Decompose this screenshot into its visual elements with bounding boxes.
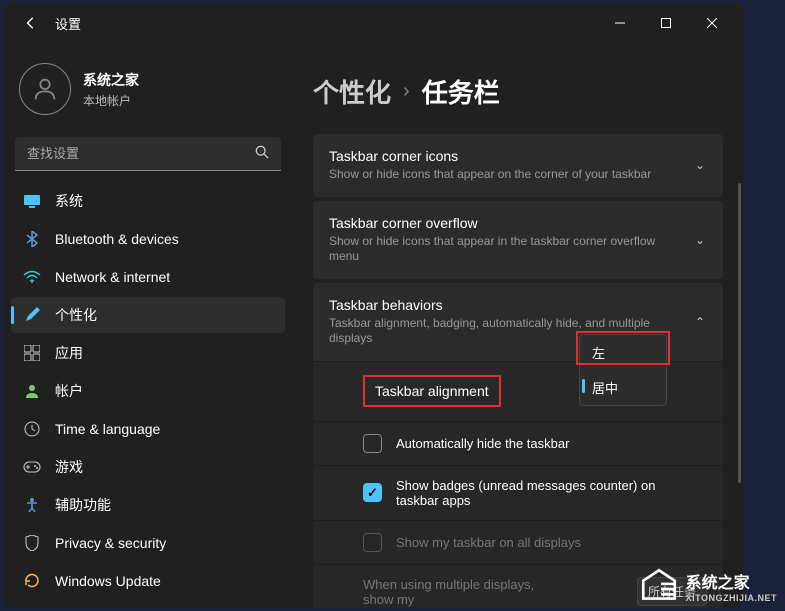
setting-badges[interactable]: Show badges (unread messages counter) on… <box>313 465 723 520</box>
sidebar-item-label: Bluetooth & devices <box>55 231 179 247</box>
sidebar-item-label: 个性化 <box>55 305 97 325</box>
watermark: 系统之家 XITONGZHIJIA.NET <box>638 567 777 605</box>
alignment-dropdown[interactable]: 左 居中 <box>579 334 667 406</box>
brush-icon <box>23 306 41 324</box>
maximize-button[interactable] <box>643 3 689 43</box>
alignment-option-center[interactable]: 居中 <box>580 370 666 405</box>
checkbox-all-displays <box>363 533 382 552</box>
bluetooth-icon <box>23 230 41 248</box>
sidebar-item-person[interactable]: 帐户 <box>11 373 285 409</box>
close-button[interactable] <box>689 3 735 43</box>
apps-icon <box>23 344 41 362</box>
clock-icon <box>23 420 41 438</box>
sidebar-item-label: Privacy & security <box>55 535 166 551</box>
chevron-down-icon: ⌄ <box>695 233 705 247</box>
breadcrumb-current: 任务栏 <box>422 73 500 110</box>
wifi-icon <box>23 268 41 286</box>
sidebar-item-game[interactable]: 游戏 <box>11 449 285 485</box>
chevron-down-icon: ⌄ <box>695 158 705 172</box>
sidebar-item-label: 帐户 <box>55 381 83 401</box>
sidebar-item-update[interactable]: Windows Update <box>11 563 285 599</box>
profile-account: 本地帐户 <box>83 92 139 109</box>
alignment-option-left[interactable]: 左 <box>580 335 666 370</box>
sidebar-item-label: Windows Update <box>55 573 161 589</box>
setting-taskbar-alignment: Taskbar alignment 左 居中 <box>313 361 723 421</box>
sidebar-item-shield[interactable]: Privacy & security <box>11 525 285 561</box>
sidebar-item-access[interactable]: 辅助功能 <box>11 487 285 523</box>
sidebar-item-clock[interactable]: Time & language <box>11 411 285 447</box>
back-button[interactable] <box>11 3 51 43</box>
minimize-button[interactable] <box>597 3 643 43</box>
sidebar-item-label: 系统 <box>55 191 83 211</box>
panel-corner-overflow[interactable]: Taskbar corner overflow Show or hide ico… <box>313 201 723 279</box>
sidebar-item-label: 游戏 <box>55 457 83 477</box>
sidebar-item-bluetooth[interactable]: Bluetooth & devices <box>11 221 285 257</box>
search-icon <box>255 145 269 162</box>
game-icon <box>23 458 41 476</box>
search-box[interactable] <box>15 137 281 171</box>
checkbox-badges[interactable] <box>363 483 382 502</box>
sidebar-item-label: 应用 <box>55 343 83 363</box>
sidebar-item-apps[interactable]: 应用 <box>11 335 285 371</box>
access-icon <box>23 496 41 514</box>
sidebar: 系统之家 本地帐户 系统 Bluetooth & devices Network &… <box>3 43 293 608</box>
profile-name: 系统之家 <box>83 70 139 90</box>
scrollbar[interactable] <box>738 183 741 483</box>
chevron-up-icon: ⌃ <box>695 315 705 329</box>
panel-corner-icons[interactable]: Taskbar corner icons Show or hide icons … <box>313 134 723 197</box>
window-title: 设置 <box>55 14 81 33</box>
sidebar-item-label: Time & language <box>55 421 160 437</box>
sidebar-item-system[interactable]: 系统 <box>11 183 285 219</box>
sidebar-item-wifi[interactable]: Network & internet <box>11 259 285 295</box>
sidebar-item-label: 辅助功能 <box>55 495 111 515</box>
sidebar-item-brush[interactable]: 个性化 <box>11 297 285 333</box>
setting-auto-hide[interactable]: Automatically hide the taskbar <box>313 421 723 465</box>
breadcrumb: 个性化 › 任务栏 <box>313 73 723 110</box>
watermark-logo <box>638 567 680 605</box>
main-content: 个性化 › 任务栏 Taskbar corner icons Show or h… <box>293 43 743 608</box>
alignment-label: Taskbar alignment <box>363 375 501 407</box>
checkbox-auto-hide[interactable] <box>363 434 382 453</box>
titlebar: 设置 <box>3 3 743 43</box>
avatar <box>19 63 71 115</box>
setting-all-displays: Show my taskbar on all displays <box>313 520 723 564</box>
breadcrumb-parent[interactable]: 个性化 <box>313 73 391 110</box>
search-input[interactable] <box>27 146 255 161</box>
profile[interactable]: 系统之家 本地帐户 <box>11 55 285 131</box>
shield-icon <box>23 534 41 552</box>
update-icon <box>23 572 41 590</box>
sidebar-item-label: Network & internet <box>55 269 170 285</box>
chevron-right-icon: › <box>403 80 410 103</box>
system-icon <box>23 192 41 210</box>
person-icon <box>23 382 41 400</box>
